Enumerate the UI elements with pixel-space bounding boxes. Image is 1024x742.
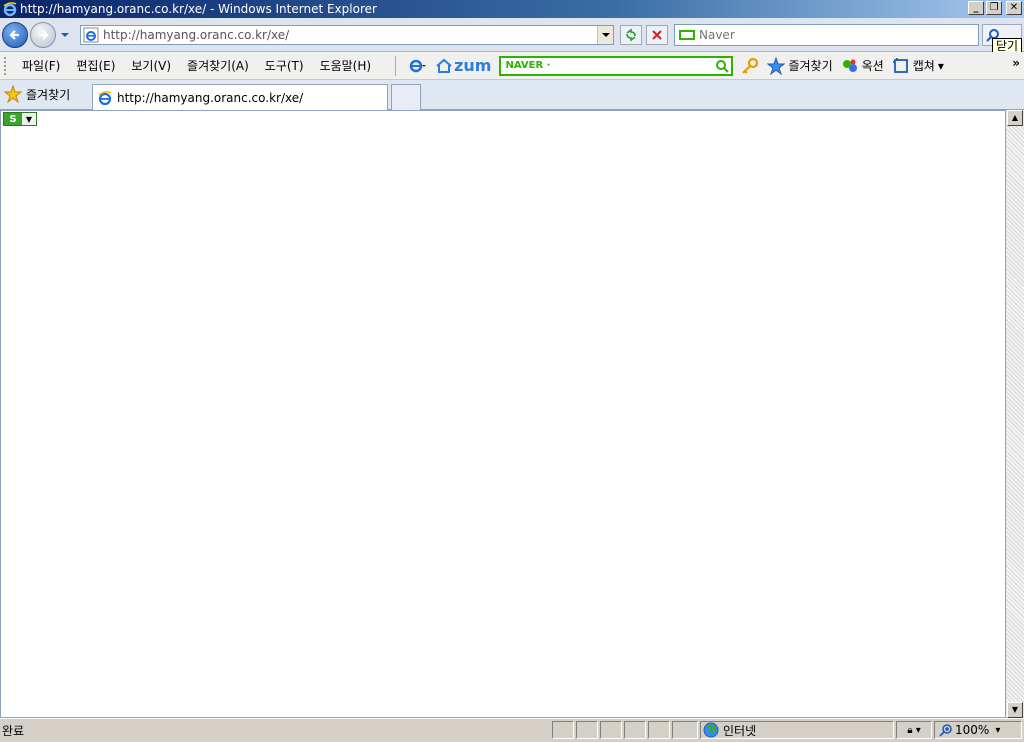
tab-title: http://hamyang.oranc.co.kr/xe/	[117, 90, 304, 105]
arrow-right-icon	[39, 30, 49, 40]
page-content[interactable]: S ▼	[0, 110, 1006, 718]
security-zone[interactable]: 인터넷	[700, 721, 894, 739]
plugin-button[interactable]: S ▼	[3, 112, 37, 126]
window-title: http://hamyang.oranc.co.kr/xe/ - Windows…	[20, 2, 377, 16]
menu-tools[interactable]: 도구(T)	[257, 57, 312, 74]
lock-icon: 🔒︎ ▾	[907, 724, 921, 736]
ie-logo-icon	[3, 2, 17, 17]
status-text: 완료	[2, 724, 25, 738]
scroll-track[interactable]	[1006, 126, 1024, 702]
address-dropdown-button[interactable]	[597, 26, 613, 44]
title-bar: http://hamyang.oranc.co.kr/xe/ - Windows…	[0, 0, 1024, 18]
menu-view[interactable]: 보기(V)	[123, 57, 179, 74]
status-panel	[672, 721, 698, 739]
status-panel	[552, 721, 574, 739]
refresh-button[interactable]	[620, 25, 642, 45]
ie-page-icon	[83, 27, 99, 43]
naver-search-input[interactable]	[552, 59, 716, 72]
toolbar-favorites-label[interactable]: 즐겨찾기	[788, 57, 832, 74]
minimize-button[interactable]: _	[968, 1, 984, 15]
toolbar-capture-label[interactable]: 캡쳐	[913, 57, 935, 74]
stop-icon	[652, 30, 662, 40]
favorites-bar: 즐겨찾기 http://hamyang.oranc.co.kr/xe/	[0, 80, 1024, 110]
globe-icon	[703, 722, 719, 738]
toolbar-auction-label[interactable]: 옥션	[862, 57, 884, 74]
vertical-scrollbar[interactable]: ▲ ▼	[1006, 110, 1024, 718]
tab-current[interactable]: http://hamyang.oranc.co.kr/xe/	[92, 84, 388, 110]
zoom-icon	[939, 724, 952, 737]
capture-icon[interactable]	[892, 57, 910, 75]
plugin-icon: S	[9, 113, 17, 125]
home-icon	[436, 58, 452, 73]
recent-pages-dropdown-icon[interactable]	[60, 30, 70, 40]
chevron-down-icon	[601, 33, 610, 37]
toolbar-grip[interactable]	[4, 56, 8, 75]
scroll-down-button[interactable]: ▼	[1007, 702, 1023, 718]
search-box[interactable]	[674, 24, 979, 46]
key-icon[interactable]	[741, 57, 759, 75]
arrow-left-icon	[9, 30, 19, 40]
magnifier-icon[interactable]	[715, 59, 730, 73]
zum-button[interactable]: zum	[436, 56, 491, 75]
close-button[interactable]: ✕	[1006, 1, 1022, 15]
restore-button[interactable]: ❐	[986, 1, 1002, 15]
address-bar[interactable]	[80, 25, 614, 45]
zoom-control[interactable]: 100% ▾	[934, 721, 1022, 739]
address-input[interactable]	[103, 28, 597, 42]
menu-favorites[interactable]: 즐겨찾기(A)	[179, 57, 257, 74]
refresh-icon	[626, 28, 636, 42]
capture-dropdown-icon[interactable]: ▾	[938, 59, 944, 73]
star-icon	[4, 85, 22, 103]
status-panel	[600, 721, 622, 739]
menu-bar: 파일(F) 편집(E) 보기(V) 즐겨찾기(A) 도구(T) 도움말(H) z…	[0, 52, 1024, 80]
ie-page-icon	[98, 90, 112, 105]
status-bar: 완료 인터넷 🔒︎ ▾ 100% ▾	[0, 718, 1024, 742]
ie-menu-button[interactable]	[408, 57, 427, 75]
naver-label: NAVER ·	[505, 60, 551, 71]
zum-label: zum	[454, 56, 492, 75]
scroll-up-button[interactable]: ▲	[1007, 110, 1023, 126]
menu-file[interactable]: 파일(F)	[14, 57, 68, 74]
menu-edit[interactable]: 편집(E)	[68, 57, 123, 74]
forward-button[interactable]	[30, 22, 56, 48]
stop-button[interactable]	[646, 25, 668, 45]
favorites-center-button[interactable]: 즐겨찾기	[4, 85, 70, 103]
address-toolbar: 닫기	[0, 18, 1024, 54]
menu-help[interactable]: 도움말(H)	[312, 57, 380, 74]
back-button[interactable]	[2, 22, 28, 48]
status-panel	[576, 721, 598, 739]
window-controls: _ ❐ ✕	[968, 1, 1022, 15]
protected-mode-button[interactable]: 🔒︎ ▾	[896, 721, 932, 739]
naver-search-bar[interactable]: NAVER ·	[499, 55, 734, 76]
auction-icon[interactable]	[841, 57, 859, 75]
zoom-level: 100%	[955, 723, 990, 737]
status-panel	[648, 721, 670, 739]
toolbar-more-button[interactable]: »	[1012, 56, 1020, 70]
toolbar-separator	[395, 55, 397, 76]
chevron-down-icon: ▼	[22, 113, 36, 125]
status-panel	[624, 721, 646, 739]
new-tab-button[interactable]	[391, 84, 421, 110]
zone-label: 인터넷	[723, 723, 757, 738]
favorites-label: 즐겨찾기	[26, 87, 71, 102]
search-input[interactable]	[699, 28, 978, 42]
star-icon[interactable]	[767, 56, 786, 75]
naver-provider-icon	[679, 30, 695, 40]
ie-logo-icon	[409, 59, 427, 72]
chevron-down-icon: ▾	[995, 724, 1001, 736]
